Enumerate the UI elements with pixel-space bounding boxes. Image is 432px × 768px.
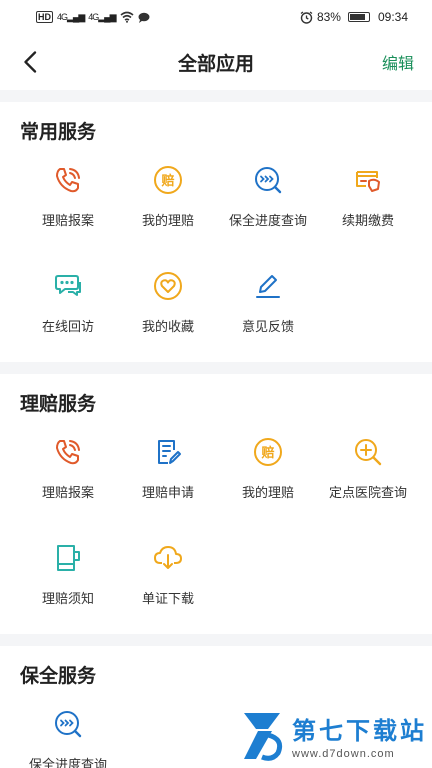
claim-coin-icon: 赔 xyxy=(250,434,286,470)
service-item[interactable]: 保全进度查询 xyxy=(218,148,318,254)
service-item-label: 意见反馈 xyxy=(241,319,294,334)
section-divider xyxy=(0,90,432,102)
section-title: 常用服务 xyxy=(20,122,97,143)
service-item-label: 理赔申请 xyxy=(141,485,194,500)
battery-icon xyxy=(347,12,370,22)
signal-icon-2: 4G▂▄▆ xyxy=(88,11,116,22)
service-item[interactable]: 定点医院查询 xyxy=(318,420,418,526)
clock: 09:34 xyxy=(377,10,408,24)
service-item[interactable]: 赔我的理赔 xyxy=(118,148,218,254)
progress-search-icon xyxy=(50,706,86,742)
section-common: 常用服务 理赔报案赔我的理赔 保全进度查询 续期缴费 在线回访 我的收藏 意见反馈 xyxy=(0,102,432,360)
phone-call-icon xyxy=(50,434,86,470)
signal-label-2: 4G xyxy=(88,11,99,22)
status-right: 83% 09:34 xyxy=(300,10,408,24)
section-divider xyxy=(0,362,432,374)
status-left: HD 4G▂▄▆ 4G▂▄▆ xyxy=(36,11,150,23)
section-title: 保全服务 xyxy=(20,666,97,687)
service-item-label: 续期缴费 xyxy=(341,213,394,228)
cloud-download-icon xyxy=(150,540,186,576)
service-item-label: 在线回访 xyxy=(41,319,94,334)
alarm-icon xyxy=(300,10,313,24)
chevron-left-icon xyxy=(24,51,37,73)
service-item-label: 我的收藏 xyxy=(141,319,194,334)
service-item-label: 保全进度查询 xyxy=(228,213,307,228)
service-grid: 理赔报案 理赔申请赔我的理赔 定点医院查询 理赔须知 单证下载 xyxy=(0,420,432,632)
chat-bubble-icon xyxy=(50,268,86,304)
signal-label: 4G xyxy=(57,11,68,22)
service-item-label: 理赔须知 xyxy=(41,591,94,606)
page-title: 全部应用 xyxy=(177,53,254,75)
service-item[interactable]: 理赔报案 xyxy=(18,148,118,254)
hospital-search-icon xyxy=(350,434,386,470)
edit-button[interactable]: 编辑 xyxy=(382,50,414,74)
service-item[interactable]: 赔我的理赔 xyxy=(218,420,318,526)
pen-edit-icon xyxy=(250,268,286,304)
message-icon xyxy=(138,12,149,23)
status-bar: HD 4G▂▄▆ 4G▂▄▆ 83% 09:34 xyxy=(0,0,432,34)
service-item[interactable]: 续期缴费 xyxy=(318,148,418,254)
document-edit-icon xyxy=(150,434,186,470)
service-item[interactable]: 在线回访 xyxy=(18,254,118,360)
service-item-label: 定点医院查询 xyxy=(328,485,407,500)
watermark-name: 第七下载站 xyxy=(292,717,427,745)
service-item-label: 理赔报案 xyxy=(41,213,94,228)
service-item[interactable]: 单证下载 xyxy=(118,526,218,632)
svg-text:赔: 赔 xyxy=(160,173,174,189)
service-item-label: 理赔报案 xyxy=(41,485,94,500)
phone-call-icon xyxy=(50,162,86,198)
battery-percent: 83% xyxy=(316,10,341,24)
service-item[interactable]: 理赔申请 xyxy=(118,420,218,526)
service-item-label: 我的理赔 xyxy=(141,213,194,228)
section-divider xyxy=(0,634,432,646)
service-item[interactable]: 保全进度查询 xyxy=(18,692,118,768)
nav-bar: 全部应用 编辑 xyxy=(0,34,432,90)
service-item[interactable]: 意见反馈 xyxy=(218,254,318,360)
watermark-url: www.d7down.com xyxy=(292,747,395,760)
heart-circle-icon xyxy=(150,268,186,304)
watermark-text: 第七下载站 www.d7down.com xyxy=(292,711,427,760)
progress-search-icon xyxy=(250,162,286,198)
claim-coin-icon: 赔 xyxy=(150,162,186,198)
signal-icon: 4G▂▄▆ xyxy=(57,11,85,22)
service-grid: 理赔报案赔我的理赔 保全进度查询 续期缴费 在线回访 我的收藏 意见反馈 xyxy=(0,148,432,360)
watermark-logo xyxy=(244,713,283,761)
payment-card-icon xyxy=(350,162,386,198)
section-title: 理赔服务 xyxy=(20,394,97,415)
service-item-label: 保全进度查询 xyxy=(28,757,107,768)
hd-icon: HD xyxy=(36,11,53,23)
wifi-icon xyxy=(119,11,134,23)
service-item[interactable]: 理赔须知 xyxy=(18,526,118,632)
back-button[interactable] xyxy=(18,50,42,74)
battery-fill xyxy=(349,14,365,20)
notice-book-icon xyxy=(50,540,86,576)
section-claims: 理赔服务 理赔报案 理赔申请赔我的理赔 定点医院查询 理赔须知 单证下载 xyxy=(0,374,432,632)
service-item-label: 我的理赔 xyxy=(241,485,294,500)
service-item[interactable]: 理赔报案 xyxy=(18,420,118,526)
svg-text:赔: 赔 xyxy=(260,445,274,461)
service-item[interactable]: 我的收藏 xyxy=(118,254,218,360)
service-item-label: 单证下载 xyxy=(141,591,194,606)
watermark: 第七下载站 www.d7down.com xyxy=(232,702,428,768)
